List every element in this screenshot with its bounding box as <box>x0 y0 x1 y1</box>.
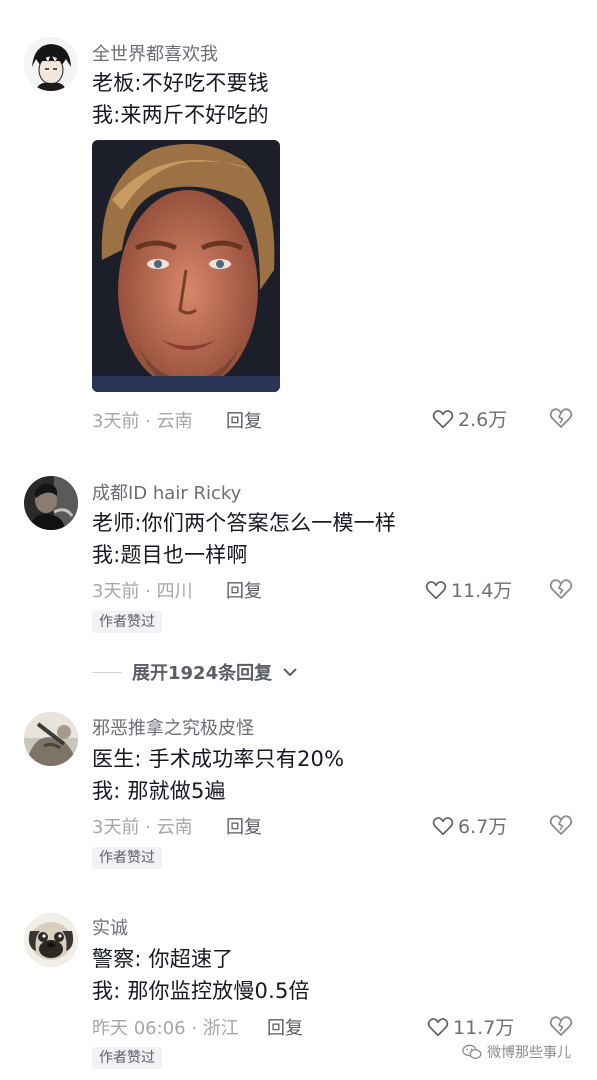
author-liked-badge: 作者赞过 <box>92 1047 162 1069</box>
watermark-text: 微博那些事儿 <box>487 1045 571 1061</box>
heart-outline-icon <box>427 1017 449 1036</box>
like-count: 11.7万 <box>453 1017 515 1039</box>
comment-text-line: 我: 那你监控放慢0.5倍 <box>92 979 310 1003</box>
comment-text-line: 警察: 你超速了 <box>92 947 234 971</box>
wechat-logo-icon <box>462 1044 482 1059</box>
comment-item: 实诚 警察: 你超速了 我: 那你监控放慢0.5倍 昨天 06:06 · 浙江 … <box>0 0 597 1080</box>
comment-username[interactable]: 实诚 <box>92 914 128 940</box>
avatar[interactable] <box>24 913 78 967</box>
comment-time-location: 昨天 06:06 · 浙江 <box>92 1018 239 1039</box>
broken-heart-icon[interactable] <box>549 1014 573 1038</box>
watermark: 微博那些事儿 <box>462 1042 571 1062</box>
reply-button[interactable]: 回复 <box>267 1014 303 1040</box>
like-button[interactable]: 11.7万 <box>427 1013 514 1040</box>
